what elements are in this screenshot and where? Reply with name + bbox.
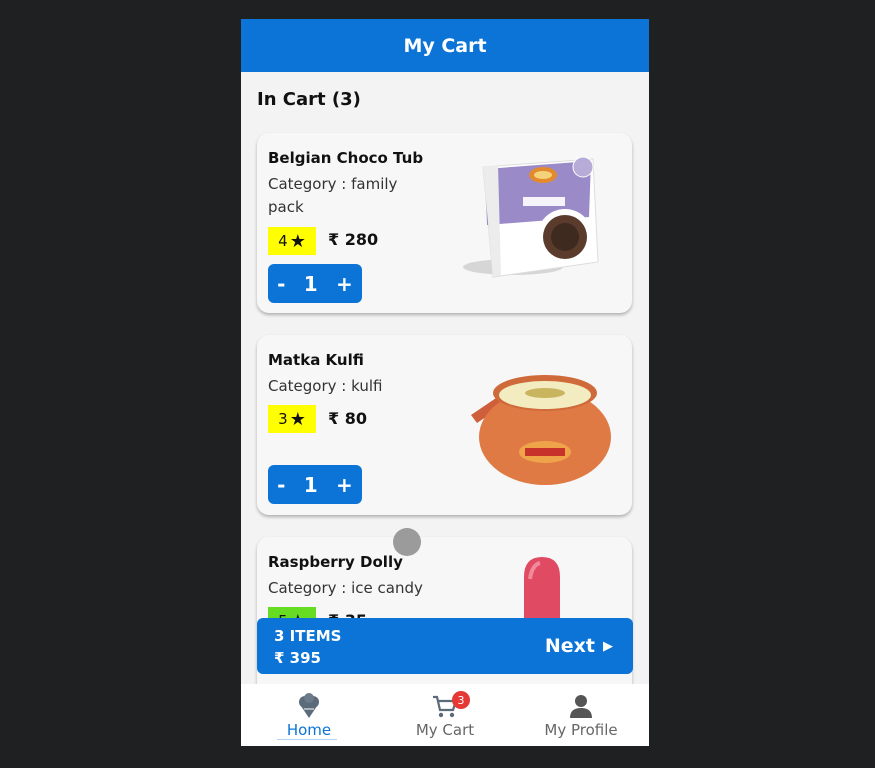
product-category: Category : kulfi bbox=[268, 377, 383, 395]
star-icon: ★ bbox=[289, 408, 306, 430]
next-button[interactable]: Next ▶ bbox=[545, 635, 613, 657]
nav-item-profile[interactable]: My Profile bbox=[513, 684, 649, 746]
touch-indicator bbox=[393, 528, 421, 556]
ice-cream-icon bbox=[299, 693, 319, 718]
quantity-stepper: - 1 + bbox=[268, 264, 362, 303]
decrease-button[interactable]: - bbox=[277, 473, 285, 497]
product-price: ₹ 80 bbox=[328, 409, 367, 428]
cart-item-card: Belgian Choco Tub Category : family pack… bbox=[257, 133, 632, 313]
product-image-choco-tub bbox=[463, 156, 599, 278]
nav-label: My Cart bbox=[415, 721, 475, 739]
increase-button[interactable]: + bbox=[336, 473, 353, 497]
cart-count-badge: 3 bbox=[452, 691, 470, 709]
decrease-button[interactable]: - bbox=[277, 272, 285, 296]
page-title: My Cart bbox=[403, 34, 487, 57]
nav-item-home[interactable]: Home bbox=[241, 684, 377, 746]
product-name: Belgian Choco Tub bbox=[268, 149, 424, 167]
cart-total: ₹ 395 bbox=[274, 649, 321, 667]
rating-badge: 3 ★ bbox=[268, 405, 316, 433]
nav-label: My Profile bbox=[544, 721, 618, 739]
quantity-stepper: - 1 + bbox=[268, 465, 362, 504]
product-category: Category : family pack bbox=[268, 175, 398, 216]
checkout-bar[interactable]: 3 ITEMS ₹ 395 Next ▶ bbox=[257, 618, 633, 674]
phone-screen: My Cart In Cart (3) Belgian Choco Tub Ca… bbox=[241, 19, 649, 746]
quantity-value: 1 bbox=[303, 472, 318, 497]
person-icon bbox=[570, 695, 592, 718]
chevron-right-icon: ▶ bbox=[603, 638, 613, 654]
rating-value: 4 bbox=[278, 232, 288, 250]
rating-value: 3 bbox=[278, 410, 288, 428]
increase-button[interactable]: + bbox=[336, 272, 353, 296]
product-category: Category : ice candy bbox=[268, 579, 423, 597]
nav-item-cart[interactable]: 3 My Cart bbox=[377, 684, 513, 746]
star-icon: ★ bbox=[289, 230, 306, 252]
app-bar: My Cart bbox=[241, 19, 649, 72]
item-count: 3 ITEMS bbox=[274, 627, 342, 645]
rating-badge: 4 ★ bbox=[268, 227, 316, 255]
cart-item-card: Matka Kulfi Category : kulfi 3 ★ ₹ 80 - 1… bbox=[257, 335, 632, 515]
active-indicator bbox=[277, 739, 337, 740]
quantity-value: 1 bbox=[303, 271, 318, 296]
product-image-matka-kulfi bbox=[471, 375, 611, 485]
product-price: ₹ 280 bbox=[328, 230, 379, 249]
in-cart-heading: In Cart (3) bbox=[257, 89, 361, 110]
nav-label: Home bbox=[286, 721, 332, 739]
product-name: Raspberry Dolly bbox=[268, 553, 403, 571]
bottom-navigation: Home 3 My Cart My Profile bbox=[241, 684, 649, 746]
product-name: Matka Kulfi bbox=[268, 351, 364, 369]
next-label: Next bbox=[544, 635, 595, 657]
